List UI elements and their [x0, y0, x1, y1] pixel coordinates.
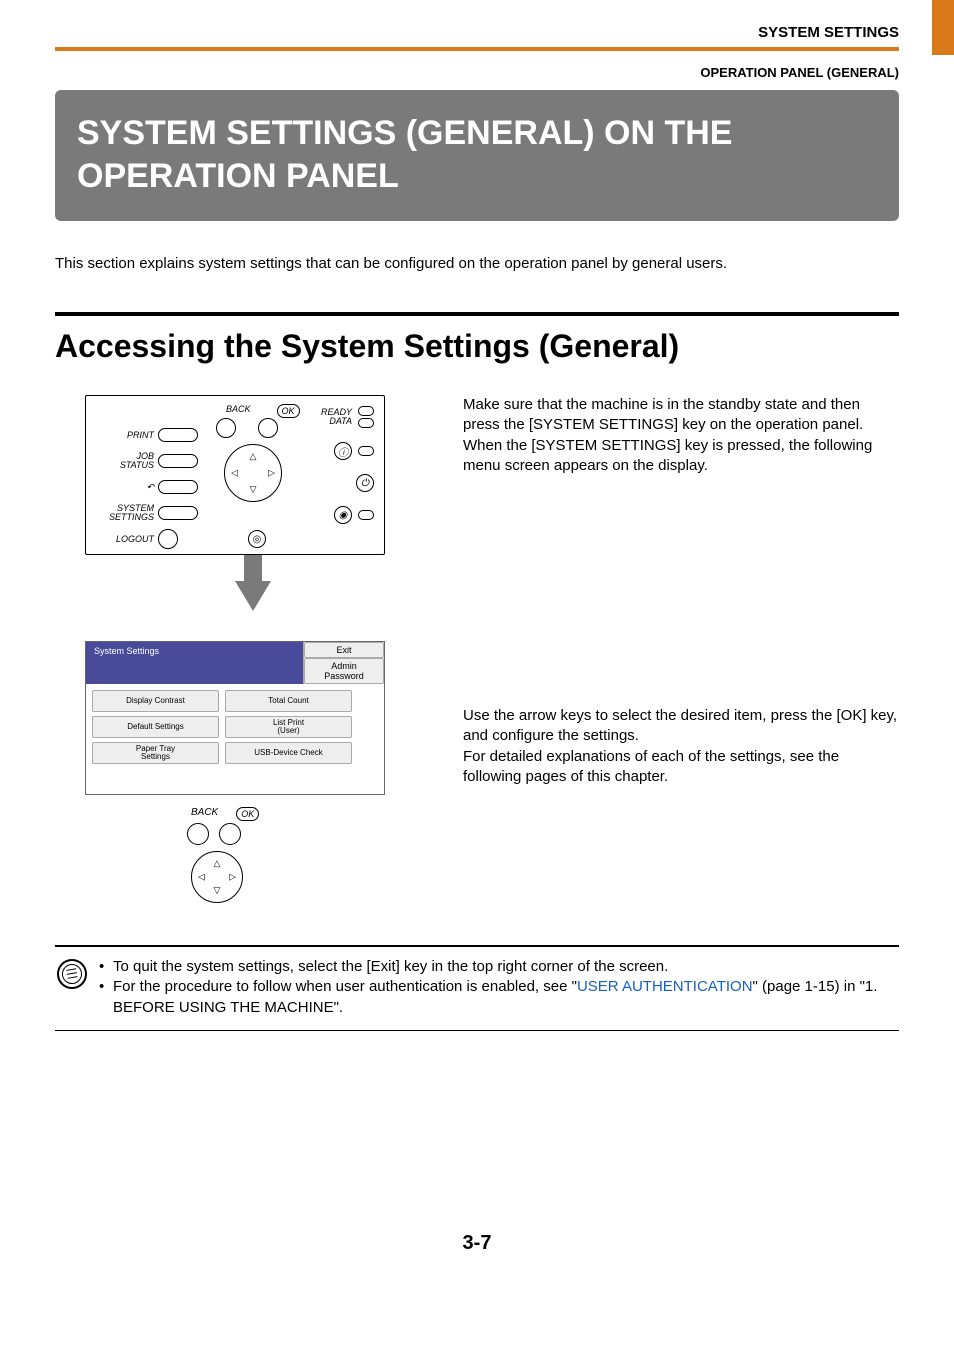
lcd-exit-button[interactable]: Exit	[304, 642, 384, 658]
panel-print-label: PRINT	[98, 431, 154, 440]
nav-back-button[interactable]	[187, 823, 209, 845]
page-number: 3-7	[0, 1232, 954, 1255]
panel-power-button[interactable]: ⏻	[356, 474, 374, 492]
panel-return-button[interactable]	[158, 480, 198, 494]
panel-data-led	[358, 418, 374, 428]
operation-panel-illustration: BACK OK △ ▽ ◁ ▷	[85, 395, 385, 555]
panel-stop-button[interactable]: ◎	[248, 530, 266, 548]
user-authentication-link[interactable]: USER AUTHENTICATION	[577, 978, 753, 995]
lcd-title: System Settings	[86, 642, 304, 684]
panel-back-label: BACK	[226, 404, 251, 418]
note-bullet-1: To quit the system settings, select the …	[113, 957, 668, 977]
lcd-item-paper-tray[interactable]: Paper Tray Settings	[92, 742, 219, 764]
panel-info-button[interactable]: ⓘ	[334, 442, 352, 460]
nav-small-illustration: BACK OK △▽◁▷	[185, 807, 415, 905]
panel-data-label: DATA	[321, 417, 352, 426]
panel-print-button[interactable]	[158, 428, 198, 442]
page-title: SYSTEM SETTINGS (GENERAL) ON THE OPERATI…	[55, 90, 899, 221]
intro-paragraph: This section explains system settings th…	[55, 255, 899, 272]
panel-logout-button[interactable]	[158, 529, 178, 549]
header-subtitle: OPERATION PANEL (GENERAL)	[55, 65, 899, 80]
lcd-admin-password-button[interactable]: Admin Password	[304, 658, 384, 684]
panel-ready-led	[358, 406, 374, 416]
panel-ok-label: OK	[277, 404, 300, 418]
header-rule	[55, 47, 899, 51]
paragraph-2: Use the arrow keys to select the desired…	[463, 706, 899, 787]
paragraph-1: Make sure that the machine is in the sta…	[463, 395, 899, 476]
section-heading: Accessing the System Settings (General)	[55, 328, 899, 365]
lcd-item-total-count[interactable]: Total Count	[225, 690, 352, 712]
nav-ok-label: OK	[236, 807, 259, 821]
nav-ok-button[interactable]	[219, 823, 241, 845]
header-title: SYSTEM SETTINGS	[55, 0, 899, 41]
lcd-item-usb-device-check[interactable]: USB-Device Check	[225, 742, 352, 764]
section-tab	[932, 0, 954, 55]
nav-back-label: BACK	[191, 807, 218, 821]
panel-led2	[358, 510, 374, 520]
h2-rule	[55, 312, 899, 316]
note-icon	[57, 959, 87, 989]
lcd-item-list-print[interactable]: List Print (User)	[225, 716, 352, 738]
notes-block: •To quit the system settings, select the…	[55, 945, 899, 1031]
panel-led	[358, 446, 374, 456]
panel-systemsettings-label: SYSTEM SETTINGS	[98, 504, 154, 522]
panel-jobstatus-button[interactable]	[158, 454, 198, 468]
nav-dpad[interactable]: △▽◁▷	[191, 851, 243, 903]
panel-logout-label: LOGOUT	[98, 535, 154, 544]
lcd-screen-illustration: System Settings Exit Admin Password Disp…	[85, 641, 385, 795]
panel-jobstatus-label: JOB STATUS	[98, 452, 154, 470]
lcd-item-display-contrast[interactable]: Display Contrast	[92, 690, 219, 712]
panel-return-icon: ↶	[98, 483, 154, 492]
panel-start-button[interactable]: ◉	[334, 506, 352, 524]
note-bullet-2: For the procedure to follow when user au…	[113, 977, 899, 1018]
panel-systemsettings-button[interactable]	[158, 506, 198, 520]
flow-arrow-down-icon	[235, 581, 271, 611]
lcd-item-default-settings[interactable]: Default Settings	[92, 716, 219, 738]
